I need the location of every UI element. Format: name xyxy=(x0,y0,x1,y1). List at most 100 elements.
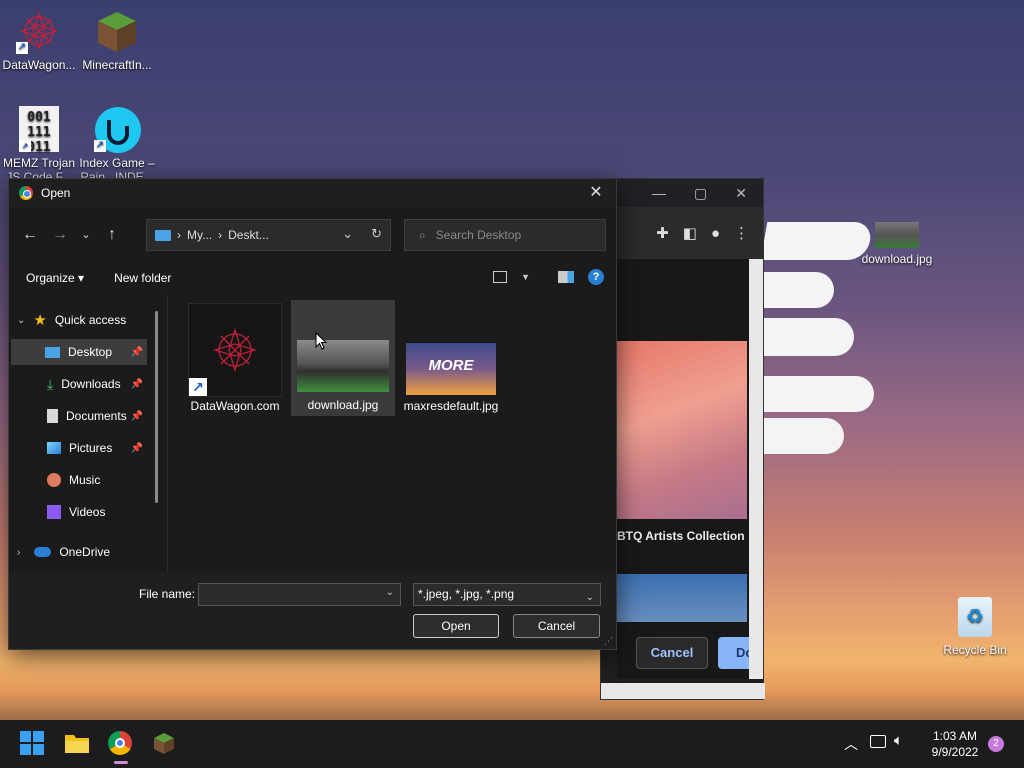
resize-grip-icon[interactable]: ⋰ xyxy=(604,636,613,647)
active-indicator xyxy=(114,761,128,764)
sidebar-item-desktop[interactable]: Desktop 📌 xyxy=(11,339,147,365)
desktop-icon-recycle-bin[interactable]: ♻ Recycle Bin xyxy=(940,597,1010,657)
vertical-scrollbar[interactable] xyxy=(749,259,763,679)
browser-window: — ▢ ✕ ✚ ◧ ● ⋮ BTQ Artists Collection Can… xyxy=(600,178,765,700)
file-name-label: File name: xyxy=(139,587,196,601)
chevron-down-icon[interactable]: ▼ xyxy=(521,272,530,282)
clock[interactable]: 1:03 AM 9/9/2022 xyxy=(924,728,986,760)
extensions-icon[interactable]: ✚ xyxy=(656,224,669,242)
breadcrumb-separator-icon: › xyxy=(177,228,181,242)
file-type-select[interactable]: *.jpeg, *.jpg, *.png ⌄ xyxy=(413,583,601,606)
view-options-icon[interactable] xyxy=(493,271,508,283)
taskbar: ︿ 🔈︎ 1:03 AM 9/9/2022 2 xyxy=(0,720,1024,768)
sidebar-scrollbar[interactable] xyxy=(155,311,158,503)
file-name-input[interactable]: ⌄ xyxy=(198,583,401,606)
preview-pane-icon[interactable] xyxy=(558,271,574,283)
close-icon[interactable]: ✕ xyxy=(584,183,608,203)
browser-cancel-button[interactable]: Cancel xyxy=(636,637,708,669)
help-icon[interactable]: ? xyxy=(588,269,604,285)
file-name: maxresdefault.jpg xyxy=(403,399,499,413)
chevron-down-icon: ⌄ xyxy=(17,314,26,326)
sidebar-item-videos[interactable]: Videos xyxy=(11,499,147,525)
desktop-icon-minecraft[interactable]: MinecraftIn... xyxy=(78,8,156,72)
pin-icon[interactable]: 📌 xyxy=(131,411,143,422)
new-folder-button[interactable]: New folder xyxy=(114,271,171,285)
videos-folder-icon xyxy=(47,505,61,519)
clock-time: 1:03 AM xyxy=(932,729,978,743)
pin-icon[interactable]: 📌 xyxy=(131,347,143,358)
dialog-footer: File name: ⌄ *.jpeg, *.jpg, *.png ⌄ Open… xyxy=(9,573,616,649)
organize-button[interactable]: Organize ▾ xyxy=(26,271,84,285)
dialog-title: Open xyxy=(41,186,71,200)
up-arrow-icon[interactable]: ↑ xyxy=(97,220,127,250)
image-thumbnail xyxy=(297,340,389,392)
cloud-icon xyxy=(34,547,52,557)
profile-icon[interactable]: ● xyxy=(711,225,720,242)
chevron-down-icon[interactable]: ⌄ xyxy=(386,587,394,598)
sidebar-item-music[interactable]: Music xyxy=(11,467,147,493)
sidebar-item-label: Music xyxy=(69,473,101,487)
chevron-down-icon[interactable]: ⌄ xyxy=(342,226,353,242)
forward-arrow-icon[interactable]: → xyxy=(45,220,75,250)
side-panel-icon[interactable]: ◧ xyxy=(683,224,697,242)
shortcut-arrow-icon: ↗ xyxy=(94,140,106,152)
sidebar-item-downloads[interactable]: ⤓ Downloads 📌 xyxy=(11,371,147,397)
recycle-bin-icon: ♻ xyxy=(958,597,992,637)
search-box[interactable]: ⌕ Search Desktop xyxy=(404,219,606,251)
file-item-download-jpg[interactable]: download.jpg xyxy=(291,300,395,416)
memz-icon: 001 111 011 ↗ xyxy=(19,106,59,155)
clock-date: 9/9/2022 xyxy=(931,745,979,759)
menu-icon[interactable]: ⋮ xyxy=(734,224,749,242)
sidebar-item-label: Documents xyxy=(66,409,127,423)
file-explorer-icon[interactable] xyxy=(64,731,90,757)
pin-icon[interactable]: 📌 xyxy=(131,443,143,454)
cancel-button[interactable]: Cancel xyxy=(513,614,600,638)
sidebar-item-pictures[interactable]: Pictures 📌 xyxy=(11,435,147,461)
wallpaper-shape xyxy=(764,318,854,356)
desktop-icon-memz[interactable]: 001 111 011 ↗ MEMZ Trojan JS Code F... xyxy=(0,106,78,178)
volume-icon[interactable]: 🔈︎ xyxy=(894,732,903,749)
desktop-icon-download-jpg[interactable]: download.jpg xyxy=(857,222,937,266)
file-name: download.jpg xyxy=(307,398,379,412)
breadcrumb-separator-icon: › xyxy=(218,228,223,242)
breadcrumb-item[interactable]: My... xyxy=(187,228,212,242)
command-bar: Organize ▾ New folder ▼ ? xyxy=(9,263,616,293)
navigation-pane: ⌄ ★ Quick access Desktop 📌 ⤓ Downloads 📌… xyxy=(9,301,167,571)
network-icon[interactable] xyxy=(870,735,886,748)
maximize-icon[interactable]: ▢ xyxy=(694,185,707,202)
sidebar-item-documents[interactable]: Documents 📌 xyxy=(11,403,147,429)
desktop-icon-label: MinecraftIn... xyxy=(82,58,152,72)
chevron-down-icon[interactable]: ⌄ xyxy=(75,220,97,250)
pin-icon[interactable]: 📌 xyxy=(131,379,143,390)
notification-badge[interactable]: 2 xyxy=(988,736,1004,752)
file-item-datawagon[interactable]: ↗ DataWagon.com xyxy=(183,303,287,415)
file-item-maxresdefault-jpg[interactable]: MORE maxresdefault.jpg xyxy=(399,343,503,414)
minimize-icon[interactable]: — xyxy=(652,185,666,201)
pictures-folder-icon xyxy=(47,442,61,454)
horizontal-scrollbar[interactable] xyxy=(601,683,765,699)
sidebar-item-quick-access[interactable]: ⌄ ★ Quick access xyxy=(17,307,153,333)
refresh-icon[interactable]: ↻ xyxy=(371,226,382,242)
open-button[interactable]: Open xyxy=(413,614,499,638)
shortcut-arrow-icon: ↗ xyxy=(16,42,28,54)
file-name: DataWagon.com xyxy=(190,399,280,413)
sidebar-item-label: Quick access xyxy=(54,313,127,327)
sidebar-item-onedrive[interactable]: › OneDrive xyxy=(17,539,153,565)
chrome-taskbar-icon[interactable] xyxy=(108,731,134,764)
open-file-dialog: Open ✕ ← → ⌄ ↑ › My... › Deskt... ⌄ ↻ ⌕ … xyxy=(8,178,617,650)
sidebar-item-label: OneDrive xyxy=(59,545,111,559)
chevron-down-icon[interactable]: ⌄ xyxy=(586,587,594,608)
desktop-icon-index-game[interactable]: ↗ Index Game – Rain...INDE... xyxy=(78,106,156,178)
close-icon[interactable]: ✕ xyxy=(735,185,747,202)
windows-start-icon[interactable] xyxy=(20,731,46,757)
desktop-icon-datawagon[interactable]: ↗ DataWagon... xyxy=(0,8,78,72)
address-bar[interactable]: › My... › Deskt... ⌄ ↻ xyxy=(146,219,391,251)
breadcrumb-item[interactable]: Deskt... xyxy=(228,228,269,242)
chevron-up-icon[interactable]: ︿ xyxy=(844,734,858,754)
wallpaper-shape xyxy=(764,272,834,308)
sidebar-item-label: Desktop xyxy=(68,345,113,359)
album-art-image xyxy=(617,341,747,519)
documents-folder-icon xyxy=(47,409,58,423)
minecraft-taskbar-icon[interactable] xyxy=(152,731,178,757)
back-arrow-icon[interactable]: ← xyxy=(15,220,45,250)
